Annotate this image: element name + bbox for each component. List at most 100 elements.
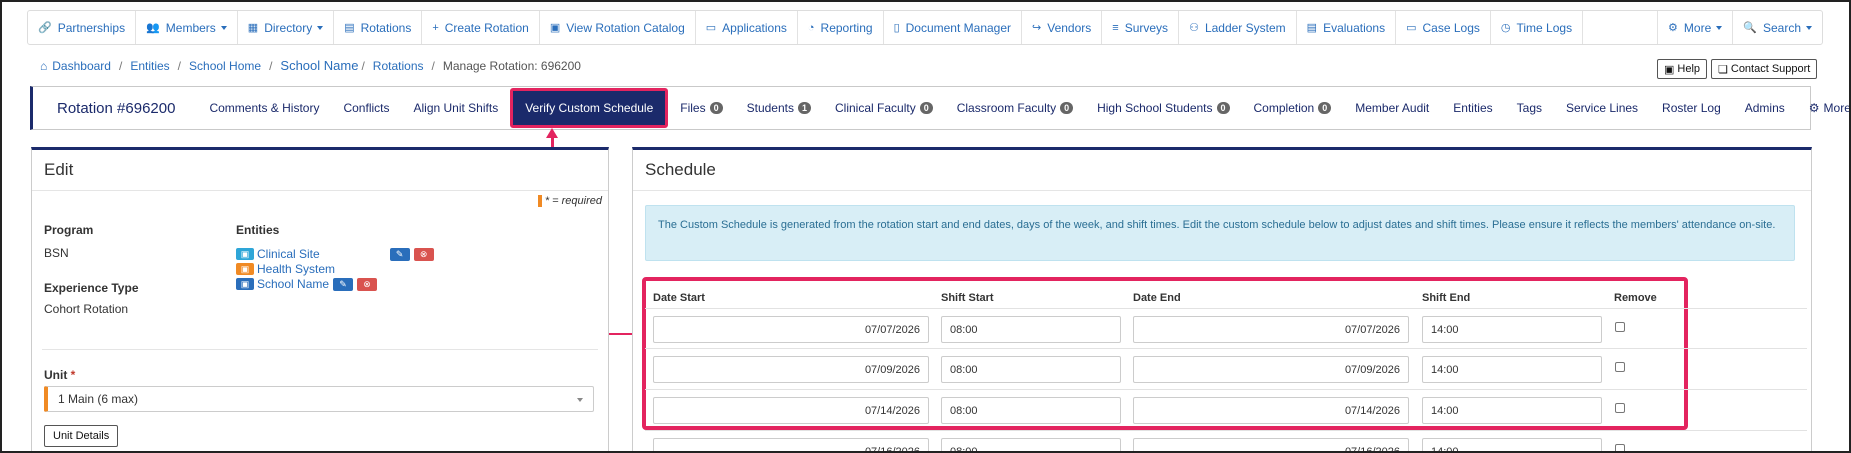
shift-start-input[interactable]: 08:00	[941, 356, 1121, 383]
count-badge: 0	[709, 102, 723, 114]
nav-partnerships[interactable]: 🔗 Partnerships	[28, 11, 137, 44]
nav-case-logs[interactable]: ▭ Case Logs	[1396, 11, 1491, 44]
shift-start-input[interactable]: 08:00	[941, 438, 1121, 451]
nav-applications[interactable]: ▭ Applications	[696, 11, 798, 44]
remove-checkbox[interactable]	[1615, 403, 1625, 413]
tab-entities[interactable]: Entities	[1441, 87, 1504, 129]
date-start-input[interactable]: 07/09/2026	[653, 356, 929, 383]
tab-label: Comments & History	[209, 101, 320, 115]
help-button[interactable]: ▣ Help	[1657, 59, 1708, 79]
breadcrumb-separator: /	[177, 58, 182, 73]
tab-label: Member Audit	[1355, 101, 1430, 115]
unit-details-button[interactable]: Unit Details	[44, 425, 119, 447]
count-badge: 0	[1318, 102, 1332, 114]
entity-link[interactable]: Health System	[257, 262, 335, 276]
tab-align-unit-shifts[interactable]: Align Unit Shifts	[401, 87, 510, 129]
breadcrumb-current: Manage Rotation: 696200	[442, 58, 581, 73]
tab-member-audit[interactable]: Member Audit	[1343, 87, 1441, 129]
entity-link[interactable]: School Name	[257, 277, 329, 291]
nav-surveys[interactable]: ≡ Surveys	[1102, 11, 1180, 44]
tab-files[interactable]: Files 0	[668, 87, 734, 129]
unit-select[interactable]: 1 Main (6 max)	[44, 386, 594, 412]
date-end-input[interactable]: 07/09/2026	[1133, 356, 1409, 383]
tab-clinical-faculty[interactable]: Clinical Faculty 0	[823, 87, 945, 129]
entities-label: Entities	[236, 223, 280, 237]
remove-checkbox[interactable]	[1615, 362, 1625, 372]
shift-end-input[interactable]: 14:00	[1422, 438, 1602, 451]
rotation-title: Rotation #696200	[57, 99, 176, 117]
breadcrumb-rotations[interactable]: Rotations	[373, 59, 424, 73]
entity-link[interactable]: Clinical Site	[257, 247, 320, 261]
nav-document-manager[interactable]: ▯ Document Manager	[884, 11, 1023, 44]
program-label: Program	[44, 223, 94, 237]
briefcase-icon: ▣	[1664, 63, 1675, 76]
date-start-input[interactable]: 07/14/2026	[653, 397, 929, 424]
breadcrumb-school-home[interactable]: School Home	[189, 59, 261, 73]
date-end-input[interactable]: 07/16/2026	[1133, 438, 1409, 451]
date-start-input[interactable]: 07/16/2026	[653, 438, 929, 451]
tab-more[interactable]: ⚙ More	[1797, 87, 1849, 129]
nav-vendors[interactable]: ↪ Vendors	[1022, 11, 1103, 44]
tab-label: Completion	[1253, 101, 1315, 115]
shift-start-input[interactable]: 08:00	[941, 316, 1121, 343]
nav-time-logs[interactable]: ◷ Time Logs	[1491, 11, 1584, 44]
tab-comments-history[interactable]: Comments & History	[197, 87, 331, 129]
nav-label: Partnerships	[57, 20, 126, 35]
tab-label: Students	[746, 101, 794, 115]
nav-create-rotation[interactable]: + Create Rotation	[422, 11, 540, 44]
header-date-start: Date Start	[653, 292, 705, 304]
caret-down-icon	[1716, 25, 1723, 30]
nav-evaluations[interactable]: ▤ Evaluations	[1297, 11, 1397, 44]
tab-label: Entities	[1453, 101, 1493, 115]
nav-reporting[interactable]: ◔ Reporting	[798, 11, 884, 44]
shift-end-input[interactable]: 14:00	[1422, 397, 1602, 424]
nav-more[interactable]: ⚙ More	[1658, 11, 1734, 44]
edit-panel: Edit * = required Program BSN Experience…	[31, 147, 609, 451]
contact-support-button[interactable]: ❏ Contact Support	[1711, 59, 1818, 79]
remove-checkbox[interactable]	[1615, 444, 1625, 451]
date-end-input[interactable]: 07/07/2026	[1133, 316, 1409, 343]
tab-label: Files	[680, 101, 706, 115]
nav-label: Rotations	[360, 20, 412, 35]
header-shift-start: Shift Start	[941, 292, 994, 304]
nav-view-rotation-catalog[interactable]: ▣ View Rotation Catalog	[540, 11, 696, 44]
nav-members[interactable]: 👥 Members	[136, 11, 238, 44]
remove-checkbox[interactable]	[1615, 322, 1625, 332]
tab-admins[interactable]: Admins	[1733, 87, 1797, 129]
required-star: *	[70, 368, 76, 382]
nav-rotations[interactable]: ▤ Rotations	[334, 11, 423, 44]
schedule-row: 07/14/2026 08:00 07/14/2026 14:00	[645, 389, 1807, 429]
delete-entity-button[interactable]: ⊗	[413, 247, 434, 261]
tab-service-lines[interactable]: Service Lines	[1554, 87, 1650, 129]
help-label: Help	[1677, 63, 1701, 75]
nav-label: Surveys	[1124, 20, 1169, 35]
tab-verify-custom-schedule[interactable]: Verify Custom Schedule	[510, 88, 669, 128]
caret-down-icon	[1806, 25, 1812, 30]
tab-conflicts[interactable]: Conflicts	[331, 87, 401, 129]
nav-search[interactable]: 🔍 Search	[1733, 11, 1822, 44]
tab-completion[interactable]: Completion 0	[1242, 87, 1344, 129]
header-remove: Remove	[1614, 292, 1657, 304]
breadcrumb-entities[interactable]: Entities	[130, 59, 169, 73]
clock-icon: ◷	[1500, 22, 1511, 34]
shift-end-input[interactable]: 14:00	[1422, 356, 1602, 383]
breadcrumb-school-name[interactable]: School Name	[280, 58, 358, 73]
tab-roster-log[interactable]: Roster Log	[1650, 87, 1733, 129]
tab-high-school-students[interactable]: High School Students 0	[1085, 87, 1241, 129]
shift-end-input[interactable]: 14:00	[1422, 316, 1602, 343]
shift-start-input[interactable]: 08:00	[941, 397, 1121, 424]
nav-ladder-system[interactable]: ⚇ Ladder System	[1179, 11, 1297, 44]
nav-label: Applications	[722, 20, 787, 35]
date-start-input[interactable]: 07/07/2026	[653, 316, 929, 343]
breadcrumb-separator: /	[118, 58, 123, 73]
delete-entity-button[interactable]: ⊗	[357, 277, 378, 291]
breadcrumb-dashboard[interactable]: Dashboard	[52, 59, 111, 73]
edit-entity-button[interactable]: ✎	[333, 277, 354, 291]
tab-students[interactable]: Students 1	[735, 87, 823, 129]
date-end-input[interactable]: 07/14/2026	[1133, 397, 1409, 424]
screenshot-frame: 🔗 Partnerships 👥 Members ▦ Directory ▤ Rotat…	[0, 0, 1851, 453]
tab-classroom-faculty[interactable]: Classroom Faculty 0	[945, 87, 1085, 129]
edit-entity-button[interactable]: ✎	[389, 247, 410, 261]
nav-directory[interactable]: ▦ Directory	[238, 11, 335, 44]
tab-tags[interactable]: Tags	[1505, 87, 1554, 129]
